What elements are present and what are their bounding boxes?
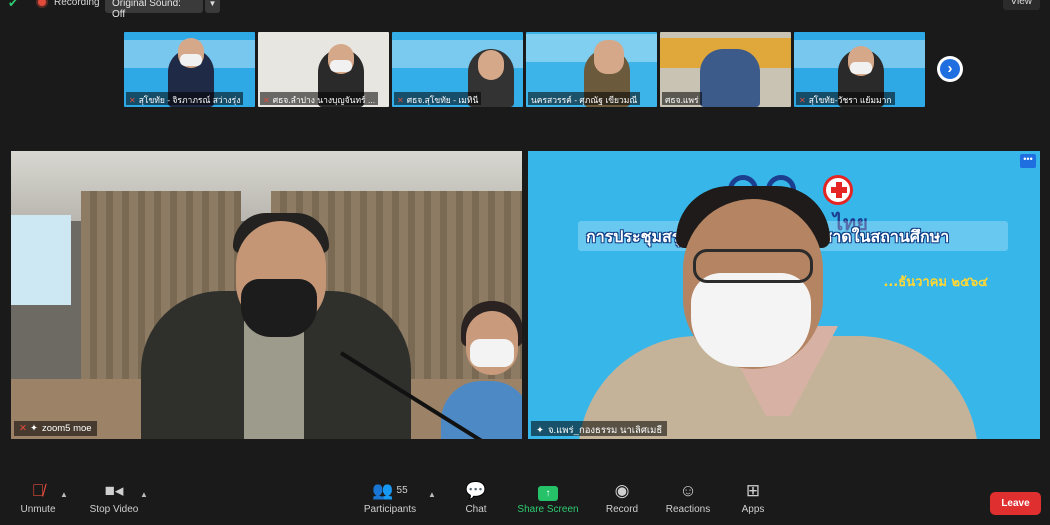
chat-button[interactable]: 💬 Chat (456, 478, 496, 525)
muted-mic-icon: ✕ (397, 96, 404, 105)
participant-count: 55 (396, 485, 408, 496)
leave-button[interactable]: Leave (990, 492, 1041, 515)
video-tile-right[interactable]: ไทย การประชุมสรุปผล...กิจกรรมยุวกาชาดในส… (528, 151, 1040, 439)
participant-name: ✕ สุโขทัย-วัชรา แย้มมาก (796, 92, 895, 105)
participant-thumbnail[interactable]: นครสวรรค์ - ศุภณัฐ เขียวมณี (526, 32, 657, 107)
participant-thumbnail[interactable]: ✕ สุโขทัย-วัชรา แย้มมาก (794, 32, 925, 107)
recording-icon (36, 0, 48, 8)
original-sound-button[interactable]: Original Sound: Off (105, 0, 203, 20)
apps-icon: ⊞ (745, 481, 761, 500)
record-button[interactable]: ◉ Record (600, 478, 644, 525)
recording-label: Recording (54, 0, 100, 8)
muted-mic-icon: 🎙̸ (31, 481, 45, 500)
meeting-topbar: ✔ Recording Original Sound: Off ▼ View (0, 0, 1050, 20)
participant-thumbnail[interactable]: ศธจ.แพร่ (660, 32, 791, 107)
chevron-down-icon[interactable]: ▼ (205, 0, 220, 13)
chevron-right-icon: › (947, 60, 953, 77)
reactions-button[interactable]: ☺ Reactions (660, 478, 716, 525)
participant-name: ✕ ศธจ.สุโขทัย - เมทินี (394, 92, 482, 105)
participants-button[interactable]: 👥 55 Participants (358, 478, 422, 525)
participant-name: ✦ จ.แพร่_กองธรรม นาเลิศเมธี (531, 421, 668, 436)
record-icon: ◉ (614, 481, 630, 500)
participant-thumbnail[interactable]: ✕ ศธจ.สุโขทัย - เมทินี (392, 32, 523, 107)
muted-mic-icon: ✕ (799, 96, 806, 105)
share-screen-button[interactable]: ↑ Share Screen (514, 478, 582, 525)
more-options-button[interactable]: ••• (1020, 154, 1036, 168)
chevron-up-icon[interactable]: ▲ (428, 490, 436, 499)
chevron-up-icon[interactable]: ▲ (140, 490, 148, 499)
smiley-icon: ☺ (679, 481, 697, 500)
pin-icon: ✦ (29, 423, 38, 434)
participant-name: นครสวรรค์ - ศุภณัฐ เขียวมณี (528, 92, 641, 105)
share-screen-icon: ↑ (538, 486, 558, 501)
pin-icon: ✦ (536, 425, 544, 436)
participant-name: ศธจ.แพร่ (662, 92, 702, 105)
video-camera-icon: ■◂ (104, 481, 124, 500)
participant-thumbnail[interactable]: ✕ สุโขทัย - จิรภาภรณ์ สว่างรุ่ง (124, 32, 255, 107)
participant-thumbnail[interactable]: ✕ ศธจ.ลำปาง นางบุญจันทร์ ... (258, 32, 389, 107)
participant-name: ✕ ✦ zoom5 moe (14, 421, 97, 436)
muted-mic-icon: ✕ (263, 96, 270, 105)
shield-icon[interactable]: ✔ (8, 0, 22, 10)
participant-name: ✕ สุโขทัย - จิรภาภรณ์ สว่างรุ่ง (126, 92, 244, 105)
chevron-up-icon[interactable]: ▲ (60, 490, 68, 499)
apps-button[interactable]: ⊞ Apps (734, 478, 772, 525)
participant-name: ✕ ศธจ.ลำปาง นางบุญจันทร์ ... (260, 92, 379, 105)
muted-mic-icon: ✕ (129, 96, 136, 105)
stop-video-button[interactable]: ■◂ Stop Video (84, 478, 144, 525)
meeting-toolbar: 🎙̸ Unmute ▲ ■◂ Stop Video ▲ 👥 55 Particip… (0, 478, 1050, 525)
chat-icon: 💬 (465, 481, 487, 500)
red-cross-logo (823, 175, 853, 205)
view-button[interactable]: View (1002, 0, 1040, 10)
video-tile-left[interactable]: ✕ ✦ zoom5 moe (11, 151, 522, 439)
next-page-button[interactable]: › (937, 56, 963, 82)
participants-icon: 👥 (372, 481, 394, 500)
unmute-button[interactable]: 🎙̸ Unmute (14, 478, 62, 525)
muted-mic-icon: ✕ (19, 423, 27, 434)
